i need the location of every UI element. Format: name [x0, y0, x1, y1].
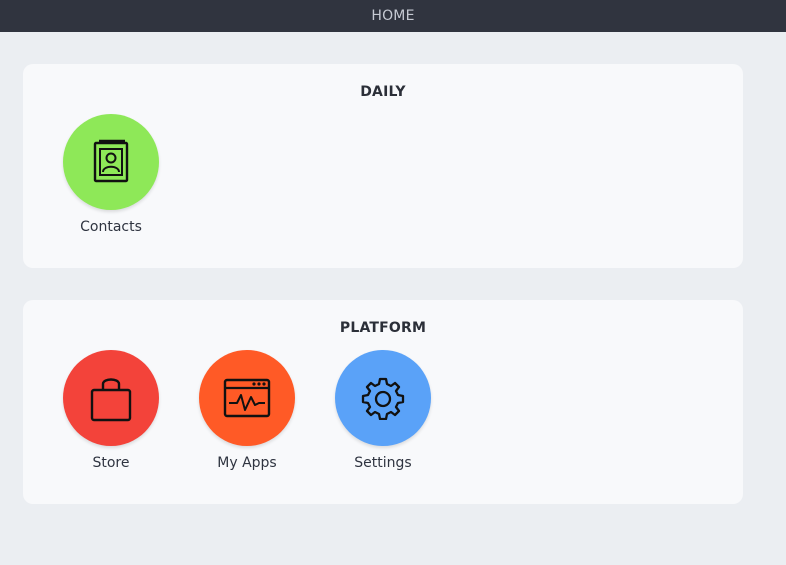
- app-label: Contacts: [80, 219, 142, 235]
- top-bar: HOME: [0, 0, 786, 32]
- page-title: HOME: [371, 8, 415, 24]
- shopping-bag-icon: [90, 378, 132, 422]
- app-label: Store: [92, 455, 130, 471]
- section-title: DAILY: [360, 84, 406, 100]
- app-label: My Apps: [217, 455, 277, 471]
- app-store[interactable]: Store: [51, 350, 171, 472]
- section-title: PLATFORM: [339, 320, 427, 336]
- app-label: Settings: [354, 455, 412, 471]
- app-settings[interactable]: Settings: [323, 350, 443, 472]
- app-my-apps-icon-circle[interactable]: [199, 350, 295, 446]
- section-platform: PLATFORM Store My Apps Settings: [23, 300, 743, 504]
- contacts-book-icon: [93, 139, 129, 183]
- section-daily: DAILY Contacts: [23, 64, 743, 268]
- app-contacts-icon-circle[interactable]: [63, 114, 159, 210]
- browser-activity-icon: [223, 378, 271, 418]
- app-settings-icon-circle[interactable]: [335, 350, 431, 446]
- app-contacts[interactable]: Contacts: [51, 114, 171, 236]
- app-store-icon-circle[interactable]: [63, 350, 159, 446]
- gear-icon: [361, 377, 405, 420]
- app-my-apps[interactable]: My Apps: [187, 350, 307, 472]
